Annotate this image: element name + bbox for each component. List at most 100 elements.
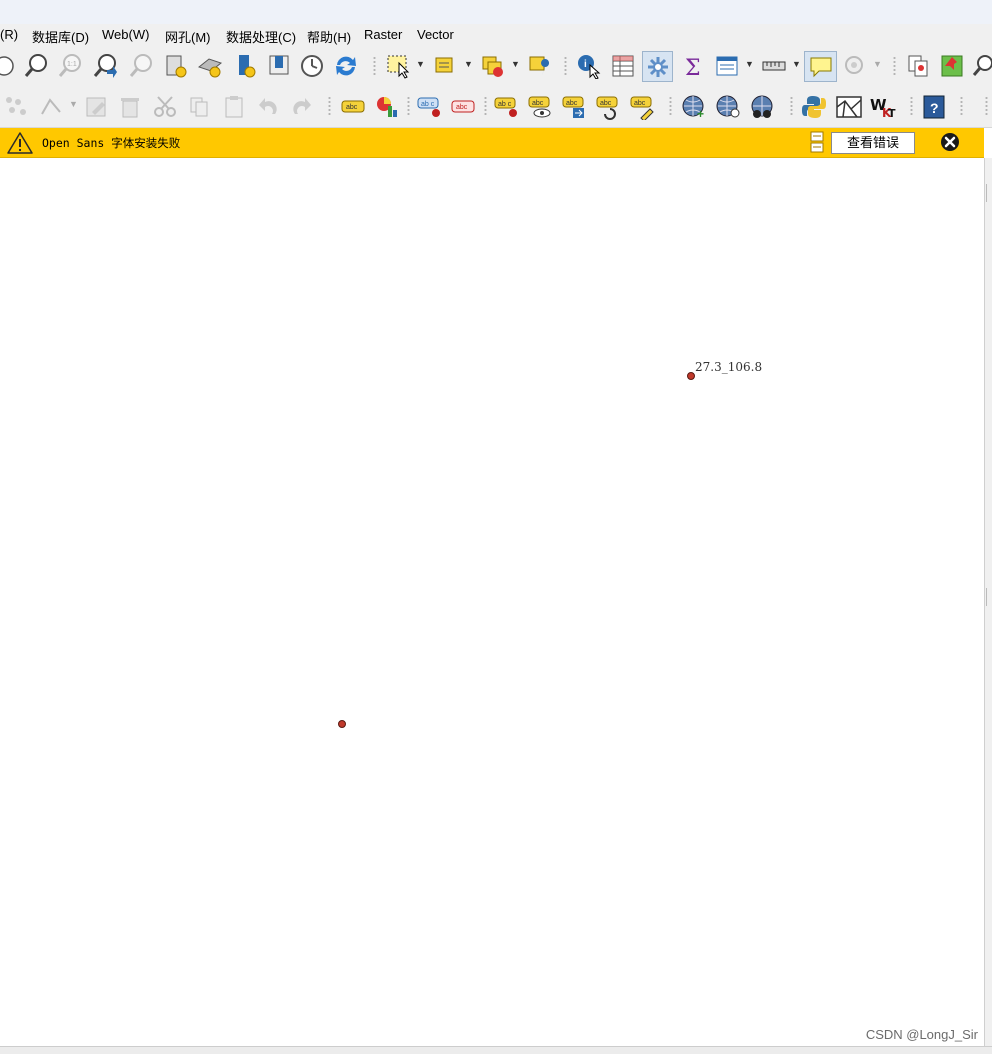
map-point-feature[interactable] bbox=[687, 372, 695, 380]
wcs-icon[interactable] bbox=[749, 94, 777, 120]
chevron-down-icon[interactable]: ▼ bbox=[464, 59, 473, 69]
highlight-label-icon[interactable]: ab c bbox=[493, 94, 519, 120]
wkt-icon[interactable]: WKT bbox=[869, 94, 897, 120]
select-features-icon[interactable] bbox=[385, 53, 411, 79]
toolbar-separator bbox=[910, 96, 913, 116]
chevron-down-icon[interactable]: ▼ bbox=[69, 99, 78, 109]
map-tips-icon[interactable] bbox=[804, 51, 837, 82]
menu-vector[interactable]: Vector bbox=[417, 27, 454, 42]
map-canvas[interactable]: 27.3_106.8 bbox=[0, 158, 984, 1046]
menu-mesh[interactable]: 网孔(M) bbox=[165, 27, 211, 46]
svg-text:ab c: ab c bbox=[498, 101, 512, 108]
zoom-in-icon[interactable] bbox=[24, 53, 50, 79]
toolbar-separator bbox=[484, 96, 487, 116]
move-label-icon[interactable]: abc bbox=[561, 94, 587, 120]
svg-text:abc: abc bbox=[600, 100, 612, 107]
zoom-glass-icon[interactable] bbox=[972, 53, 992, 79]
locator-icon[interactable] bbox=[842, 53, 868, 79]
chevron-down-icon[interactable]: ▼ bbox=[511, 59, 520, 69]
chevron-down-icon[interactable]: ▼ bbox=[416, 59, 425, 69]
svg-text:1:1: 1:1 bbox=[67, 61, 77, 68]
python-icon[interactable] bbox=[801, 94, 827, 120]
toolbar-separator bbox=[669, 96, 672, 116]
field-calculator-icon[interactable] bbox=[642, 51, 673, 82]
menu-database[interactable]: 数据库(D) bbox=[32, 27, 89, 46]
rotate-label-icon[interactable]: abc bbox=[595, 94, 621, 120]
delete-icon[interactable] bbox=[117, 94, 143, 120]
menu-web[interactable]: Web(W) bbox=[102, 27, 149, 42]
map-navigation-toolbar: 1:1 ▼ ▼ ▼ i Σ ▼ ▼ ▼ bbox=[0, 46, 992, 86]
select-location-icon[interactable] bbox=[527, 53, 553, 79]
chevron-down-icon[interactable]: ▼ bbox=[873, 59, 882, 69]
toolbar-separator bbox=[790, 96, 793, 116]
menu-processing[interactable]: 数据处理(C) bbox=[226, 27, 296, 46]
show-hide-label-icon[interactable]: abc bbox=[527, 94, 553, 120]
message-text: Open Sans 字体安装失败 bbox=[42, 136, 181, 150]
measure-icon[interactable] bbox=[761, 53, 787, 79]
new-bookmark-icon[interactable] bbox=[163, 53, 189, 79]
digitize-icon[interactable] bbox=[4, 94, 30, 120]
edit-attributes-icon[interactable] bbox=[84, 94, 110, 120]
message-queue-icon[interactable] bbox=[810, 131, 824, 156]
refresh-icon[interactable] bbox=[333, 53, 359, 79]
show-decoration-icon[interactable] bbox=[266, 53, 292, 79]
select-by-value-icon[interactable] bbox=[433, 53, 459, 79]
change-label-icon[interactable]: abc bbox=[629, 94, 655, 120]
show-bookmarks-icon[interactable] bbox=[197, 53, 223, 79]
identify-icon[interactable]: i bbox=[576, 53, 602, 79]
new-decoration-icon[interactable] bbox=[233, 53, 259, 79]
view-errors-button[interactable]: 查看错误 bbox=[831, 132, 915, 154]
menu-help[interactable]: 帮助(H) bbox=[307, 27, 351, 46]
chevron-down-icon[interactable]: ▼ bbox=[745, 59, 754, 69]
warning-icon bbox=[7, 131, 33, 157]
watermark: CSDN @LongJ_Sir bbox=[865, 1027, 978, 1042]
label-icon[interactable]: abc bbox=[340, 94, 366, 120]
vertex-tool-icon[interactable] bbox=[38, 94, 64, 120]
diagram-icon[interactable] bbox=[374, 94, 400, 120]
deselect-icon[interactable] bbox=[480, 53, 506, 79]
pan-icon[interactable] bbox=[0, 53, 16, 79]
window-title-strip bbox=[0, 0, 992, 24]
close-icon[interactable] bbox=[940, 132, 960, 155]
cut-icon[interactable] bbox=[152, 94, 178, 120]
chevron-down-icon[interactable]: ▼ bbox=[792, 59, 801, 69]
toolbar-separator bbox=[985, 96, 988, 116]
scroll-handle[interactable] bbox=[986, 184, 992, 202]
unpin-label-icon[interactable]: abc bbox=[450, 94, 476, 120]
undo-icon[interactable] bbox=[255, 94, 281, 120]
wfs-icon[interactable] bbox=[715, 94, 743, 120]
menu-raster[interactable]: Raster bbox=[364, 27, 402, 42]
copy-features-icon[interactable] bbox=[905, 53, 931, 79]
redo-icon[interactable] bbox=[289, 94, 315, 120]
open-table-icon[interactable] bbox=[714, 53, 740, 79]
temporal-icon[interactable] bbox=[299, 53, 325, 79]
statistics-icon[interactable]: Σ bbox=[680, 53, 706, 79]
zoom-last-icon[interactable] bbox=[93, 53, 119, 79]
paste-icon[interactable] bbox=[221, 94, 247, 120]
pin-label-icon[interactable]: ab c bbox=[416, 94, 442, 120]
attribute-table-icon[interactable] bbox=[610, 53, 636, 79]
scroll-handle[interactable] bbox=[986, 588, 992, 606]
toolbar-separator bbox=[893, 56, 896, 76]
toolbar-separator bbox=[960, 96, 963, 116]
zoom-next-icon[interactable] bbox=[129, 53, 155, 79]
right-panel-edge bbox=[984, 158, 992, 1046]
svg-text:+: + bbox=[697, 107, 704, 120]
toolbar-separator bbox=[407, 96, 410, 116]
toolbar-separator bbox=[373, 56, 376, 76]
menu-raster-prev[interactable]: (R) bbox=[0, 27, 18, 42]
svg-text:?: ? bbox=[930, 100, 939, 116]
help-icon[interactable]: ? bbox=[921, 94, 947, 120]
svg-text:abc: abc bbox=[532, 100, 544, 107]
map-point-feature[interactable] bbox=[338, 720, 346, 728]
wms-icon[interactable]: + bbox=[681, 94, 709, 120]
copy-icon[interactable] bbox=[186, 94, 212, 120]
toolbar-separator bbox=[564, 56, 567, 76]
toolbar-separator bbox=[328, 96, 331, 116]
zoom-native-icon[interactable]: 1:1 bbox=[58, 53, 84, 79]
georeferencer-icon[interactable] bbox=[939, 53, 965, 79]
digitizing-toolbar: ▼ abc ab c abc ab c abc abc abc abc + W … bbox=[0, 86, 992, 128]
menu-bar: (R) 数据库(D) Web(W) 网孔(M) 数据处理(C) 帮助(H) Ra… bbox=[0, 24, 992, 46]
svg-text:abc: abc bbox=[634, 100, 646, 107]
layout-icon[interactable] bbox=[835, 94, 863, 120]
